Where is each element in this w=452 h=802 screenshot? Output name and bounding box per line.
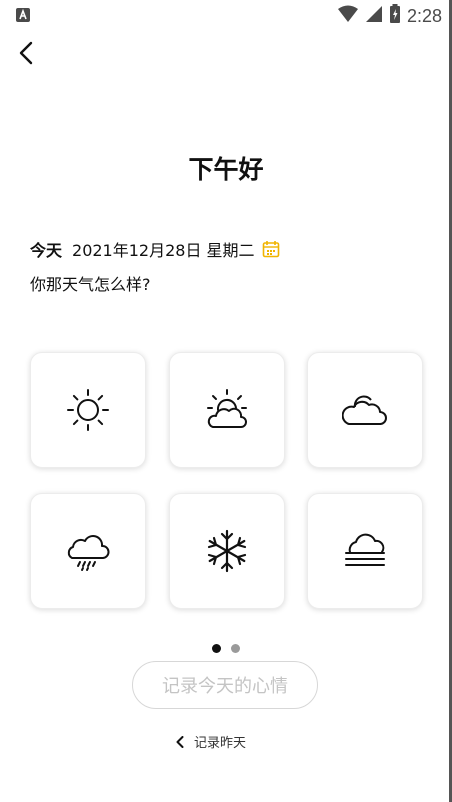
record-yesterday-label: 记录昨天 — [194, 736, 247, 751]
snow-icon — [207, 529, 247, 573]
page-indicator — [212, 644, 240, 653]
signal-icon — [365, 5, 383, 27]
weather-option-sunny[interactable] — [30, 352, 146, 468]
clock: 2:28 — [406, 5, 442, 26]
chevron-left-icon — [19, 41, 33, 65]
weather-question: 你那天气怎么样? — [30, 275, 151, 294]
calendar-icon[interactable] — [261, 239, 281, 259]
fog-icon — [345, 533, 385, 566]
weather-option-partly-sunny[interactable] — [169, 352, 285, 468]
weather-grid — [30, 352, 424, 610]
partly-sunny-icon — [207, 389, 247, 428]
wifi-icon — [337, 5, 359, 27]
status-icons: 2:28 — [337, 4, 442, 28]
battery-charging-icon — [389, 4, 401, 28]
weather-option-cloudy[interactable] — [307, 352, 423, 468]
greeting-title: 下午好 — [188, 155, 264, 184]
status-bar: 2:28 — [0, 0, 452, 32]
weather-option-snow[interactable] — [169, 493, 285, 609]
app-notification-icon — [16, 8, 30, 22]
weather-option-fog[interactable] — [307, 493, 423, 609]
chevron-left-icon — [176, 735, 184, 748]
page-dot-active[interactable] — [212, 644, 221, 653]
today-label: 今天 — [30, 241, 63, 260]
page-dot[interactable] — [231, 644, 240, 653]
back-button[interactable] — [12, 38, 40, 68]
record-today-button[interactable]: 记录今天的心情 — [132, 661, 318, 709]
rain-icon — [67, 535, 110, 571]
weather-option-rain[interactable] — [30, 493, 146, 609]
date-text: 2021年12月28日 星期二 — [72, 241, 255, 260]
cloudy-icon — [342, 395, 387, 425]
record-yesterday-link[interactable]: 记录昨天 — [176, 732, 246, 751]
sun-icon — [67, 389, 109, 431]
date-row: 今天 2021年12月28日 星期二 — [30, 237, 281, 261]
